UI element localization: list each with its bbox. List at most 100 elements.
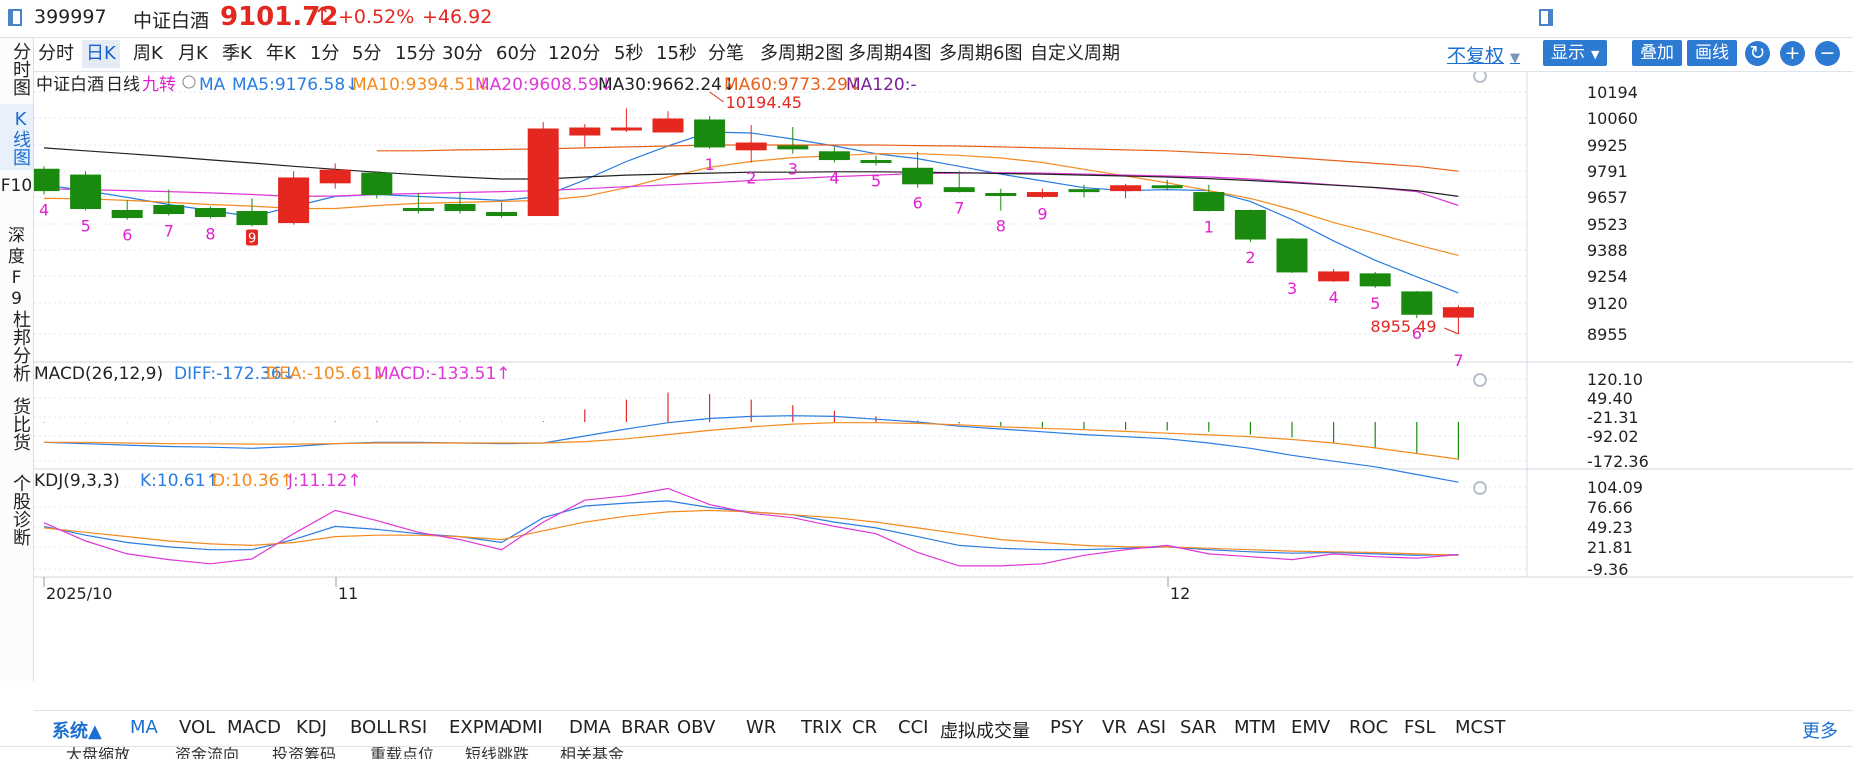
tab-timeframe[interactable]: 60分 — [492, 40, 541, 68]
tab-timeframe[interactable]: 分笔 — [704, 40, 748, 68]
tab-timeframe[interactable]: 120分 — [544, 40, 604, 68]
kdj-panel — [43, 487, 1459, 567]
tab-indicator[interactable]: VOL — [179, 717, 215, 738]
candle-body — [818, 151, 850, 161]
tab-timeframe[interactable]: 日K — [82, 40, 120, 68]
tab-indicator[interactable]: CCI — [898, 717, 928, 738]
tab-indicator[interactable]: EXPMA — [449, 717, 511, 738]
system-menu[interactable]: 系统▲ — [52, 717, 102, 743]
tab-indicator[interactable]: MTM — [1234, 717, 1276, 738]
tab-indicator[interactable]: DMI — [508, 717, 543, 738]
nine-count-label: 7 — [1453, 351, 1463, 370]
tab-indicator[interactable]: FSL — [1404, 717, 1436, 738]
display-button[interactable]: 显示 ▼ — [1543, 40, 1608, 66]
macd-line-dea — [44, 422, 1459, 460]
tab-indicator[interactable]: MACD — [227, 717, 281, 738]
candle-body — [70, 174, 102, 209]
display-label: 显示 — [1551, 43, 1585, 63]
tab-indicator[interactable]: PSY — [1050, 717, 1083, 738]
tab-indicator[interactable]: VR — [1102, 717, 1127, 738]
kline-chart[interactable]: 45 6 7 8 912 3 4 56 789123 4 56710194.458955.49 10… — [34, 72, 1853, 710]
sidebar-item-dupont[interactable]: 杜邦分析 — [0, 296, 33, 396]
tab-subpanel[interactable]: 短线跳跌 — [465, 747, 529, 759]
tab-timeframe[interactable]: 多周期4图 — [844, 40, 935, 68]
tab-timeframe[interactable]: 年K — [262, 40, 300, 68]
kdj-legend-item: J:11.12↑ — [287, 471, 362, 491]
window-maximize-icon[interactable] — [1539, 9, 1553, 26]
stock-name: 中证白酒 — [133, 10, 210, 32]
nine-count-label: 1 — [705, 155, 715, 174]
sidebar-item-f10[interactable]: F10 — [0, 174, 33, 218]
candle-body — [1442, 307, 1474, 318]
sidebar-item-depth[interactable]: 深度F9 — [0, 226, 33, 309]
candle-body — [153, 204, 185, 215]
tab-subpanel[interactable]: 资金流向 — [175, 747, 239, 759]
tab-indicator[interactable]: ROC — [1349, 717, 1388, 738]
tab-indicator[interactable]: BRAR — [621, 717, 670, 738]
min-price-label: 8955.49 — [1370, 317, 1436, 336]
tab-timeframe[interactable]: 自定义周期 — [1026, 40, 1124, 68]
y-tick-label: 104.09 — [1587, 478, 1643, 497]
tab-indicator[interactable]: SAR — [1180, 717, 1217, 738]
tab-timeframe[interactable]: 分时 — [34, 40, 78, 68]
nine-count-label: 5 — [1370, 294, 1380, 313]
tab-timeframe[interactable]: 1分 — [306, 40, 343, 68]
tab-timeframe[interactable]: 15秒 — [652, 40, 701, 68]
tab-timeframe[interactable]: 周K — [129, 40, 167, 68]
ma-legend-item: MA5:9176.58↓ — [232, 75, 359, 95]
chevron-down-icon: ▼ — [1510, 51, 1521, 66]
tab-timeframe[interactable]: 多周期2图 — [756, 40, 847, 68]
nine-count-label: 4 — [1329, 288, 1339, 307]
candle-body — [610, 127, 642, 131]
candle-body — [194, 207, 226, 218]
tab-timeframe[interactable]: 月K — [174, 40, 212, 68]
nine-count-label: 7 — [954, 199, 964, 218]
tab-indicator[interactable]: TRIX — [801, 717, 842, 738]
tab-indicator[interactable]: RSI — [398, 717, 427, 738]
tab-indicator[interactable]: BOLL — [350, 717, 396, 738]
tab-indicator[interactable]: MCST — [1455, 717, 1506, 738]
tab-subpanel[interactable]: 大盘缩放 — [66, 747, 130, 759]
candle-body — [1151, 185, 1183, 189]
nine-count-label: 3 — [1287, 279, 1297, 298]
tab-subpanel[interactable]: 投资筹码 — [272, 747, 336, 759]
macd-legend-item: MACD(26,12,9) — [34, 364, 163, 384]
adjust-select[interactable]: 不复权 ▼ — [1447, 41, 1520, 68]
more-button[interactable]: 更多 — [1802, 717, 1838, 743]
quote-header: 399997 中证白酒 9101.72 ↑ +0.52% +46.92 — [0, 0, 1853, 38]
zoom-out-icon[interactable]: − — [1815, 41, 1840, 66]
sidebar-item-diagnosis[interactable]: 个股诊断 — [0, 460, 33, 560]
draw-button[interactable]: 画线 — [1687, 40, 1737, 66]
tab-indicator[interactable]: OBV — [677, 717, 715, 738]
nine-count-label: 2 — [1245, 248, 1255, 267]
candlestick-panel: 45 6 7 8 912 3 4 56 789123 4 56710194.458955.49 — [34, 91, 1474, 370]
tab-indicator[interactable]: MA — [130, 717, 158, 738]
tab-timeframe[interactable]: 多周期6图 — [935, 40, 1026, 68]
tab-indicator[interactable]: DMA — [569, 717, 611, 738]
sidebar-item-kline[interactable]: K线图 — [0, 104, 33, 170]
y-tick-label: 9791 — [1587, 162, 1628, 181]
tab-indicator[interactable]: ASI — [1137, 717, 1166, 738]
tab-timeframe[interactable]: 5秒 — [610, 40, 647, 68]
kdj-legend-item: D:10.36↑ — [212, 471, 294, 491]
window-restore-icon[interactable] — [8, 9, 22, 26]
tab-timeframe[interactable]: 30分 — [438, 40, 487, 68]
sidebar-item-intraday[interactable]: 分时图 — [0, 38, 33, 100]
tab-indicator[interactable]: KDJ — [296, 717, 327, 738]
tab-indicator[interactable]: 虚拟成交量 — [940, 717, 1030, 743]
refresh-icon[interactable]: ↻ — [1745, 41, 1770, 66]
tab-subpanel[interactable]: 重载点位 — [370, 747, 434, 759]
tab-timeframe[interactable]: 15分 — [391, 40, 440, 68]
y-tick-label: 21.81 — [1587, 538, 1633, 557]
overlay-button[interactable]: 叠加 — [1632, 40, 1682, 66]
nine-count-label: 9 — [248, 232, 256, 247]
y-tick-label: -172.36 — [1587, 452, 1649, 471]
tab-indicator[interactable]: WR — [746, 717, 776, 738]
sidebar-item-compare[interactable]: 货比货 — [0, 388, 33, 460]
tab-timeframe[interactable]: 5分 — [348, 40, 385, 68]
zoom-in-icon[interactable]: + — [1780, 41, 1805, 66]
tab-indicator[interactable]: EMV — [1291, 717, 1330, 738]
tab-timeframe[interactable]: 季K — [218, 40, 256, 68]
tab-indicator[interactable]: CR — [852, 717, 877, 738]
tab-subpanel[interactable]: 相关基金 — [560, 747, 624, 759]
